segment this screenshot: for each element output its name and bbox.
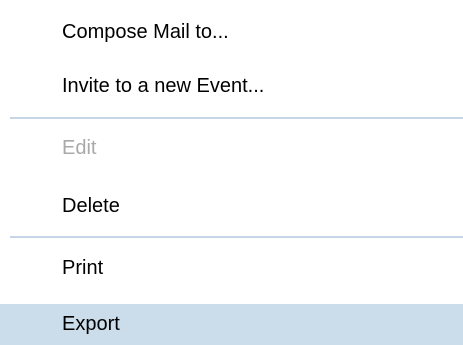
- menu-item-invite-to-event[interactable]: Invite to a new Event...: [0, 66, 463, 106]
- menu-separator: [10, 236, 463, 238]
- menu-item-print[interactable]: Print: [0, 248, 463, 288]
- menu-item-compose-mail[interactable]: Compose Mail to...: [0, 12, 463, 52]
- menu-item-label: Print: [62, 256, 104, 279]
- menu-item-delete[interactable]: Delete: [0, 186, 463, 226]
- context-menu: Compose Mail to... Invite to a new Event…: [0, 0, 463, 345]
- menu-item-label: Export: [62, 313, 120, 335]
- menu-item-label: Compose Mail to...: [62, 20, 229, 43]
- menu-item-edit: Edit: [0, 128, 463, 168]
- menu-item-label: Delete: [62, 194, 120, 217]
- menu-item-export[interactable]: Export: [0, 304, 463, 345]
- menu-separator: [10, 117, 463, 119]
- menu-item-label: Invite to a new Event...: [62, 74, 265, 97]
- menu-item-label: Edit: [62, 136, 97, 159]
